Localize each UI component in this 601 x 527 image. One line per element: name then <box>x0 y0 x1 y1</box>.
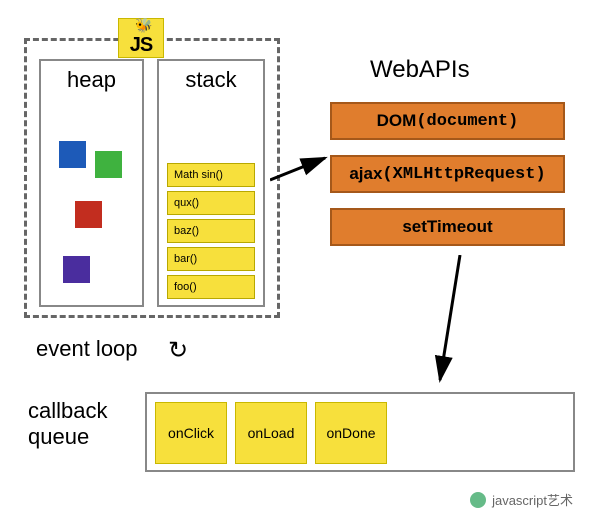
heap-object-blue <box>59 141 86 168</box>
callback-item: onLoad <box>235 402 307 464</box>
stack-frame: Math sin() <box>167 163 255 187</box>
webapis-heading: WebAPIs <box>370 56 470 84</box>
runtime-container: heap stack Math sin() qux() baz() bar() … <box>24 38 280 318</box>
stack-label: stack <box>159 61 263 99</box>
heap-label: heap <box>41 61 142 103</box>
webapi-prefix: DOM <box>377 111 417 131</box>
stack-items: Math sin() qux() baz() bar() foo() <box>167 163 255 299</box>
stack-frame: qux() <box>167 191 255 215</box>
webapi-ajax: ajax (XMLHttpRequest) <box>330 155 565 193</box>
eventloop-icon: ↻ <box>168 336 188 365</box>
watermark: javascript艺术 <box>470 490 573 509</box>
stack-frame: bar() <box>167 247 255 271</box>
js-badge: 🐝 JS <box>118 18 164 58</box>
js-badge-icon: 🐝 <box>135 17 152 34</box>
eventloop-label: event loop <box>36 336 138 362</box>
webapi-settimeout: setTimeout <box>330 208 565 246</box>
wechat-icon <box>470 492 486 508</box>
arrow-stack-to-webapi <box>270 150 330 190</box>
arrow-webapi-to-queue <box>430 255 490 385</box>
heap-object-purple <box>63 256 90 283</box>
watermark-text: javascript艺术 <box>492 490 573 509</box>
callback-item: onClick <box>155 402 227 464</box>
callback-queue-text: callbackqueue <box>28 398 107 449</box>
stack-box: stack Math sin() qux() baz() bar() foo() <box>157 59 265 307</box>
js-badge-text: JS <box>130 34 152 57</box>
callback-queue-label: callbackqueue <box>28 398 107 451</box>
callback-item: onDone <box>315 402 387 464</box>
webapi-dom: DOM (document) <box>330 102 565 140</box>
stack-frame: baz() <box>167 219 255 243</box>
heap-object-red <box>75 201 102 228</box>
webapi-detail: (document) <box>416 112 518 131</box>
webapi-prefix: setTimeout <box>402 217 492 237</box>
webapi-detail: (XMLHttpRequest) <box>382 165 545 184</box>
heap-object-green <box>95 151 122 178</box>
callback-queue: onClick onLoad onDone <box>145 392 575 472</box>
stack-frame: foo() <box>167 275 255 299</box>
webapi-prefix: ajax <box>349 164 382 184</box>
heap-box: heap <box>39 59 144 307</box>
